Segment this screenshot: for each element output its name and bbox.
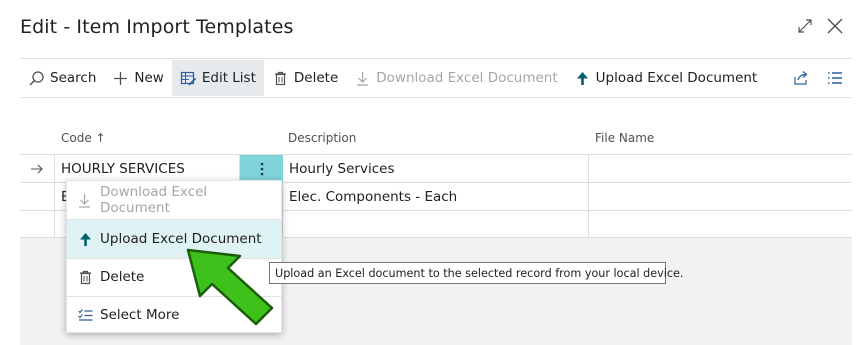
cell-code[interactable]: HOURLY SERVICES <box>55 155 240 183</box>
column-header-file-name[interactable]: File Name <box>595 131 654 145</box>
select-more-icon <box>76 306 94 324</box>
toolbar-bottom-divider <box>20 97 852 98</box>
action-bar: Search New Edit List Delete Download Exc… <box>20 60 852 96</box>
search-label: Search <box>50 70 97 86</box>
toolbar-top-divider <box>20 58 852 59</box>
column-header-code[interactable]: Code ↑ <box>61 131 106 145</box>
column-header-description[interactable]: Description <box>288 131 356 145</box>
upload-excel-button[interactable]: Upload Excel Document <box>566 60 766 96</box>
upload-icon <box>574 70 591 87</box>
page-title: Edit - Item Import Templates <box>20 16 294 38</box>
trash-icon <box>76 268 94 286</box>
download-excel-button[interactable]: Download Excel Document <box>346 60 565 96</box>
table-row[interactable]: HOURLY SERVICES Hourly Services <box>20 154 852 183</box>
cell-file-name[interactable] <box>589 183 852 211</box>
row-marker <box>20 211 55 239</box>
edit-list-button[interactable]: Edit List <box>171 60 264 96</box>
download-icon <box>354 70 371 87</box>
download-label: Download Excel Document <box>376 70 558 86</box>
delete-button[interactable]: Delete <box>264 60 346 96</box>
cell-file-name[interactable] <box>589 211 852 239</box>
menu-item-download-excel[interactable]: Download Excel Document <box>67 181 281 219</box>
pointer-arrow-icon <box>186 248 274 326</box>
row-selected-arrow-icon <box>20 155 55 183</box>
row-marker <box>20 183 55 211</box>
share-icon[interactable] <box>792 60 810 96</box>
upload-icon <box>76 230 94 248</box>
edit-list-icon <box>180 70 197 87</box>
search-icon <box>28 70 45 87</box>
delete-label: Delete <box>293 70 339 86</box>
cell-description[interactable]: Hourly Services <box>283 155 589 183</box>
menu-item-label: Delete <box>100 269 145 285</box>
menu-item-label: Download Excel Document <box>99 184 208 216</box>
expand-icon[interactable] <box>795 16 815 36</box>
new-button[interactable]: New <box>104 60 171 96</box>
cell-file-name[interactable] <box>589 155 852 183</box>
cell-description[interactable] <box>283 211 589 239</box>
upload-label: Upload Excel Document <box>595 70 758 86</box>
new-label: New <box>134 70 164 86</box>
list-view-icon[interactable] <box>826 60 844 96</box>
close-icon[interactable] <box>825 16 845 36</box>
trash-icon <box>272 70 289 87</box>
menu-item-label: Select More <box>100 307 180 323</box>
cell-description[interactable]: Elec. Components - Each <box>283 183 589 211</box>
upload-tooltip: Upload an Excel document to the selected… <box>269 262 683 284</box>
plus-icon <box>112 70 129 87</box>
more-vertical-icon <box>260 162 263 175</box>
download-icon <box>76 191 94 209</box>
edit-list-label: Edit List <box>201 70 256 86</box>
search-button[interactable]: Search <box>20 60 104 96</box>
row-actions-button[interactable] <box>240 155 283 182</box>
